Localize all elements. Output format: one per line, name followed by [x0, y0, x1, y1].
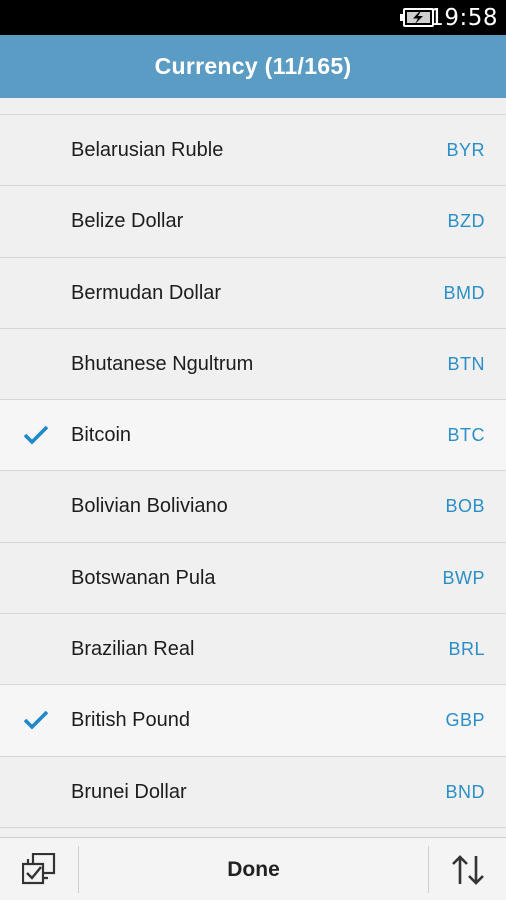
currency-name: Bhutanese Ngultrum [71, 352, 254, 375]
currency-code: BND [445, 781, 485, 802]
select-all-icon [22, 853, 56, 885]
currency-name: Bermudan Dollar [71, 281, 222, 304]
currency-row[interactable]: Bolivian Boliviano BOB [0, 471, 506, 543]
currency-code: BTC [447, 425, 485, 446]
checkmark-icon [23, 425, 49, 445]
currency-row[interactable]: Brazilian Real BRL [0, 614, 506, 686]
currency-row[interactable]: Bhutanese Ngultrum BTN [0, 328, 506, 401]
currency-code: BZD [447, 211, 485, 232]
currency-name: Belarusian Ruble [71, 139, 224, 161]
currency-row[interactable]: Bermudan Dollar BMD [0, 257, 506, 329]
list-top-spacer [0, 98, 506, 115]
currency-name: Brunei Dollar [71, 780, 187, 803]
currency-name: Botswanan Pula [71, 566, 216, 589]
currency-row[interactable]: Botswanan Pula BWP [0, 542, 506, 615]
currency-name: Bolivian Boliviano [71, 495, 228, 518]
sort-icon [452, 855, 484, 885]
currency-row[interactable]: Bitcoin BTC [0, 400, 506, 472]
bottom-toolbar: Done [0, 837, 506, 900]
currency-code: BTN [447, 353, 485, 374]
currency-code: BYR [446, 140, 485, 160]
status-time: 19:58 [429, 5, 498, 31]
currency-list[interactable]: Belarusian Ruble BYR Belize Dollar BZD Bermu… [0, 98, 506, 837]
currency-code: BWP [442, 567, 485, 588]
status-bar: 19:58 [0, 0, 506, 35]
header: Currency (11/165) [0, 35, 506, 98]
currency-name: Brazilian Real [71, 638, 195, 661]
currency-row[interactable]: Belarusian Ruble BYR [0, 115, 506, 187]
checkmark-icon [23, 711, 49, 730]
currency-code: BOB [445, 496, 485, 517]
currency-code: GBP [445, 710, 485, 731]
select-all-button[interactable] [0, 838, 78, 900]
page-title: Currency (11/165) [154, 53, 352, 79]
currency-row[interactable]: Brunei Dollar BND [0, 756, 506, 828]
currency-row[interactable]: Belize Dollar BZD [0, 186, 506, 258]
sort-button[interactable] [429, 838, 506, 900]
currency-name: British Pound [71, 709, 190, 732]
currency-row[interactable]: British Pound GBP [0, 685, 506, 757]
currency-name: Belize Dollar [71, 210, 184, 233]
currency-code: BMD [443, 282, 485, 303]
currency-code: BRL [448, 639, 485, 660]
done-button[interactable]: Done [79, 838, 428, 900]
currency-name: Bitcoin [71, 424, 132, 447]
